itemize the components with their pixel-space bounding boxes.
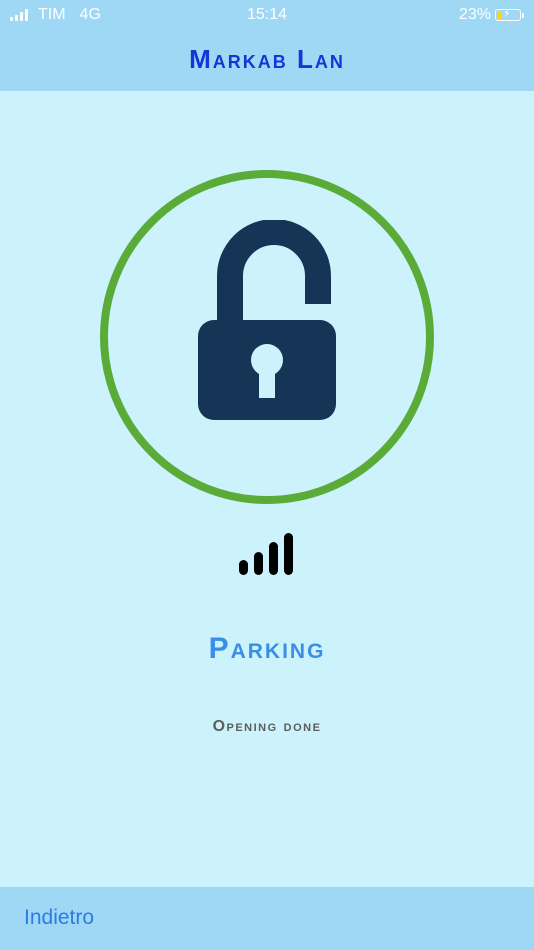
battery-fill — [497, 11, 502, 19]
clock: 15:14 — [246, 6, 288, 23]
charging-bolt-icon: ⚡ — [503, 8, 511, 20]
battery-charging-icon: ⚡ — [495, 8, 521, 21]
battery-tip — [522, 12, 524, 18]
device-name: Parking — [208, 632, 326, 665]
back-button[interactable]: Indietro — [24, 906, 94, 930]
signal-strength-icon — [239, 533, 293, 575]
nav-header: Markab Lan — [0, 30, 534, 91]
unlocked-padlock-icon[interactable] — [198, 220, 338, 422]
battery-percent: 23% — [458, 6, 491, 23]
status-right: 23% ⚡ — [459, 6, 524, 24]
page-title: Markab Lan — [189, 44, 345, 74]
status-message: Opening done — [212, 718, 322, 735]
footer-bar: Indietro — [0, 887, 534, 950]
status-bar: TIM 4G 15:14 23% ⚡ — [0, 0, 534, 30]
